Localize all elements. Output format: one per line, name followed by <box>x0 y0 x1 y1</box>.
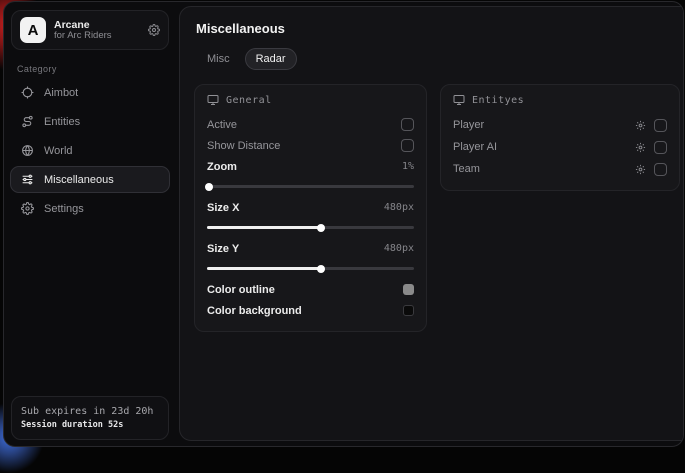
tab-radar[interactable]: Radar <box>245 48 297 70</box>
player-ai-checkbox[interactable] <box>654 141 667 154</box>
entities-card-title: Entityes <box>472 95 524 106</box>
setting-row-size-y: Size Y 480px <box>207 238 414 259</box>
general-card: General Active Show Distance Zoom 1% <box>194 84 427 332</box>
size-y-slider[interactable] <box>207 261 414 275</box>
sidebar-item-miscellaneous[interactable]: Miscellaneous <box>10 166 170 193</box>
sidebar-item-aimbot[interactable]: Aimbot <box>10 79 170 106</box>
sidebar-item-settings[interactable]: Settings <box>10 195 170 222</box>
app-header-card[interactable]: A Arcane for Arc Riders <box>11 10 169 50</box>
sidebar-item-world[interactable]: World <box>10 137 170 164</box>
sidebar-nav: Aimbot Entities World Miscellaneous <box>4 78 176 223</box>
zoom-value: 1% <box>402 161 414 172</box>
sidebar-item-label: World <box>44 145 73 157</box>
crosshair-icon <box>21 86 34 99</box>
sidebar-item-label: Settings <box>44 203 84 215</box>
team-checkbox[interactable] <box>654 163 667 176</box>
session-duration-text: Session duration 52s <box>21 419 159 432</box>
color-background-swatch[interactable] <box>403 305 414 316</box>
gear-icon[interactable] <box>635 164 646 175</box>
gear-icon[interactable] <box>148 24 160 36</box>
size-y-value: 480px <box>384 243 414 254</box>
sidebar: A Arcane for Arc Riders Category Aimbot <box>4 2 176 446</box>
setting-label: Color background <box>207 305 302 317</box>
subscription-card: Sub expires in 23d 20h Session duration … <box>11 396 169 440</box>
sidebar-item-label: Entities <box>44 116 80 128</box>
show-distance-checkbox[interactable] <box>401 139 414 152</box>
monitor-icon <box>207 94 219 106</box>
globe-icon <box>21 144 34 157</box>
setting-label: Active <box>207 119 237 131</box>
slider-thumb[interactable] <box>205 183 213 191</box>
zoom-slider[interactable] <box>207 179 414 193</box>
route-icon <box>21 115 34 128</box>
app-subtitle: for Arc Riders <box>54 31 140 42</box>
tab-misc[interactable]: Misc <box>196 48 241 70</box>
size-x-value: 480px <box>384 202 414 213</box>
sliders-icon <box>21 173 34 186</box>
setting-row-color-background: Color background <box>207 300 414 321</box>
entity-label: Player AI <box>453 141 497 153</box>
setting-row-zoom: Zoom 1% <box>207 156 414 177</box>
sidebar-item-label: Miscellaneous <box>44 174 114 186</box>
general-card-title: General <box>226 95 272 106</box>
entity-label: Team <box>453 163 480 175</box>
entity-label: Player <box>453 119 484 131</box>
size-x-slider[interactable] <box>207 220 414 234</box>
setting-row-show-distance: Show Distance <box>207 135 414 156</box>
sub-expiry-text: Sub expires in 23d 20h <box>21 404 159 419</box>
slider-thumb[interactable] <box>317 265 325 273</box>
setting-label: Show Distance <box>207 140 280 152</box>
active-checkbox[interactable] <box>401 118 414 131</box>
main-panel: Miscellaneous Misc Radar General Active <box>179 6 684 441</box>
setting-row-color-outline: Color outline <box>207 279 414 300</box>
setting-label: Size Y <box>207 243 239 255</box>
monitor-icon <box>453 94 465 106</box>
sidebar-item-label: Aimbot <box>44 87 78 99</box>
setting-label: Zoom <box>207 161 237 173</box>
gear-icon[interactable] <box>635 120 646 131</box>
setting-row-size-x: Size X 480px <box>207 197 414 218</box>
app-logo: A <box>20 17 46 43</box>
tab-bar: Misc Radar <box>196 48 680 70</box>
category-label: Category <box>17 64 176 74</box>
setting-row-active: Active <box>207 114 414 135</box>
color-outline-swatch[interactable] <box>403 284 414 295</box>
entity-row-player-ai: Player AI <box>453 136 667 158</box>
app-name: Arcane <box>54 19 140 31</box>
slider-thumb[interactable] <box>317 224 325 232</box>
gear-icon <box>21 202 34 215</box>
entity-row-player: Player <box>453 114 667 136</box>
player-checkbox[interactable] <box>654 119 667 132</box>
entities-card: Entityes Player Player AI <box>440 84 680 191</box>
setting-label: Size X <box>207 202 239 214</box>
page-title: Miscellaneous <box>196 21 680 36</box>
entity-row-team: Team <box>453 158 667 180</box>
setting-label: Color outline <box>207 284 275 296</box>
gear-icon[interactable] <box>635 142 646 153</box>
sidebar-item-entities[interactable]: Entities <box>10 108 170 135</box>
app-window: A Arcane for Arc Riders Category Aimbot <box>3 1 684 447</box>
